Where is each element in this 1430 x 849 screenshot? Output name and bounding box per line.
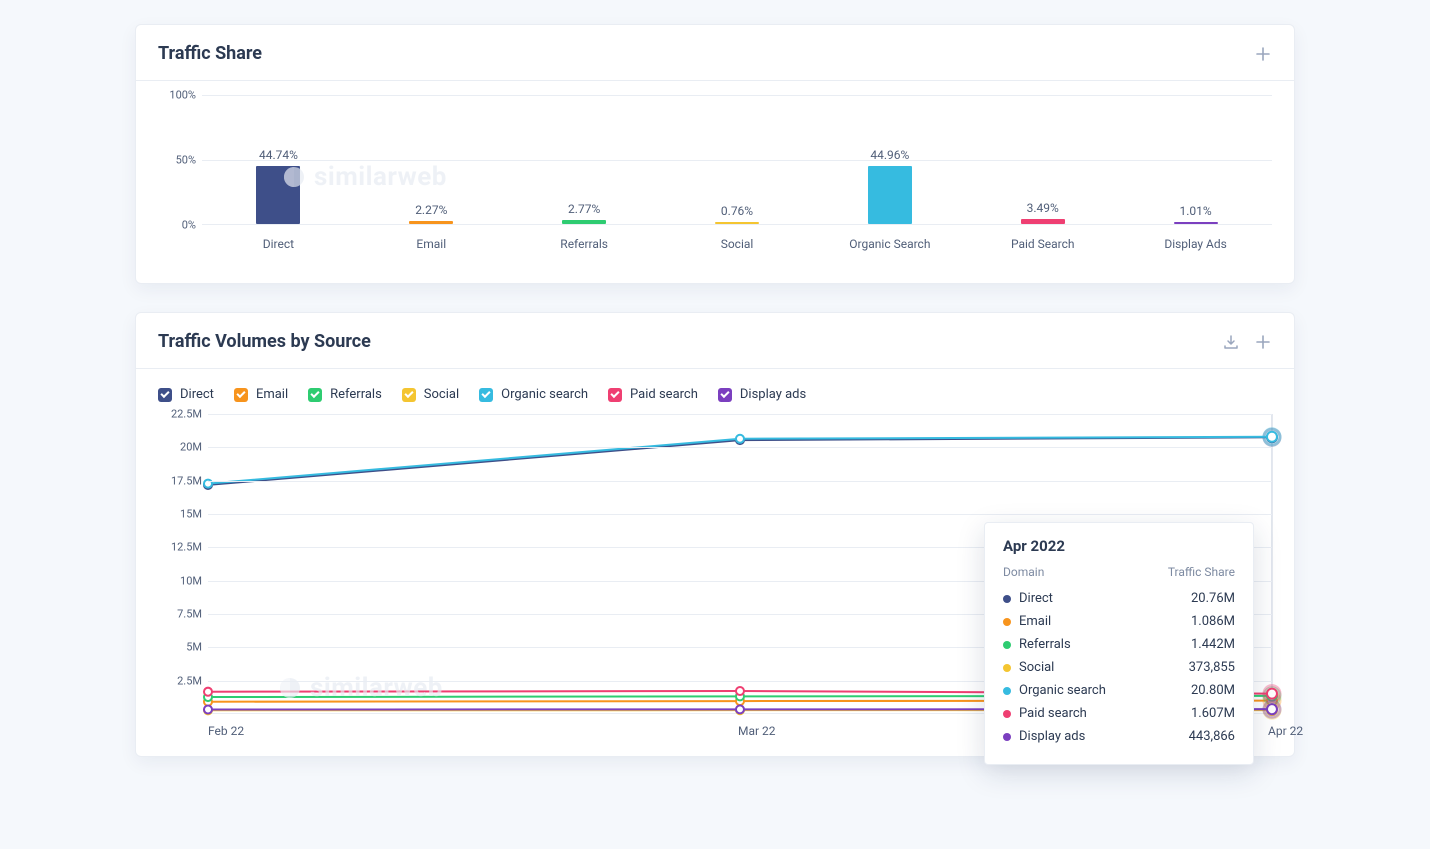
y-tick: 0% xyxy=(158,219,196,232)
bar-value-label: 3.49% xyxy=(1027,201,1059,215)
y-tick: 7.5M xyxy=(158,608,202,621)
checkbox-icon xyxy=(479,388,493,402)
tooltip-row: Email 1.086M xyxy=(1003,610,1235,633)
series-color-dot xyxy=(1003,595,1011,603)
x-tick: Social xyxy=(661,237,814,251)
traffic-share-card: Traffic Share 44.74%2.27%2.77%0.76%44.96… xyxy=(135,24,1295,284)
checkbox-icon xyxy=(718,388,732,402)
x-tick: Display Ads xyxy=(1119,237,1272,251)
tooltip-row: Direct 20.76M xyxy=(1003,587,1235,610)
card-title: Traffic Share xyxy=(158,43,262,64)
traffic-share-bar-chart: 44.74%2.27%2.77%0.76%44.96%3.49%1.01% si… xyxy=(202,95,1272,265)
legend-label: Referrals xyxy=(330,387,382,402)
card-title: Traffic Volumes by Source xyxy=(158,331,371,352)
tooltip-value: 1.607M xyxy=(1191,706,1235,721)
legend-item-organic-search[interactable]: Organic search xyxy=(479,387,588,402)
series-point[interactable] xyxy=(204,688,212,696)
y-tick: 50% xyxy=(158,154,196,167)
series-point[interactable] xyxy=(736,435,744,443)
bar-value-label: 2.27% xyxy=(415,203,447,217)
card-header: Traffic Volumes by Source xyxy=(136,313,1294,369)
legend-label: Organic search xyxy=(501,387,588,402)
tooltip-label: Display ads xyxy=(1019,729,1181,744)
tooltip-col-share: Traffic Share xyxy=(1168,565,1235,579)
legend-item-social[interactable]: Social xyxy=(402,387,459,402)
series-point[interactable] xyxy=(204,705,212,713)
y-tick: 15M xyxy=(158,508,202,521)
series-color-dot xyxy=(1003,618,1011,626)
tooltip-label: Email xyxy=(1019,614,1183,629)
tooltip-value: 20.76M xyxy=(1191,591,1235,606)
tooltip-title: Apr 2022 xyxy=(1003,537,1235,555)
checkbox-icon xyxy=(402,388,416,402)
checkbox-icon xyxy=(308,388,322,402)
traffic-volumes-card: Traffic Volumes by Source Direct Email Ref… xyxy=(135,312,1295,757)
legend-label: Direct xyxy=(180,387,214,402)
legend-item-email[interactable]: Email xyxy=(234,387,288,402)
y-tick: 10M xyxy=(158,574,202,587)
add-icon[interactable] xyxy=(1254,333,1272,351)
series-point[interactable] xyxy=(1267,432,1277,442)
legend-label: Display ads xyxy=(740,387,806,402)
x-tick: Email xyxy=(355,237,508,251)
tooltip-row: Social 373,855 xyxy=(1003,656,1235,679)
chart-tooltip: Apr 2022 Domain Traffic Share Direct 20.7… xyxy=(984,522,1254,765)
y-tick: 5M xyxy=(158,641,202,654)
tooltip-value: 20.80M xyxy=(1191,683,1235,698)
tooltip-row: Organic search 20.80M xyxy=(1003,679,1235,702)
tooltip-col-domain: Domain xyxy=(1003,565,1044,579)
tooltip-value: 373,855 xyxy=(1189,660,1235,675)
legend-item-direct[interactable]: Direct xyxy=(158,387,214,402)
tooltip-value: 443,866 xyxy=(1189,729,1235,744)
bar-value-label: 2.77% xyxy=(568,202,600,216)
tooltip-value: 1.086M xyxy=(1191,614,1235,629)
tooltip-label: Organic search xyxy=(1019,683,1183,698)
legend-item-paid-search[interactable]: Paid search xyxy=(608,387,698,402)
tooltip-label: Social xyxy=(1019,660,1181,675)
tooltip-row: Display ads 443,866 xyxy=(1003,725,1235,748)
checkbox-icon xyxy=(234,388,248,402)
series-point[interactable] xyxy=(1267,689,1277,699)
bar-value-label: 1.01% xyxy=(1179,204,1211,218)
x-tick: Paid Search xyxy=(966,237,1119,251)
y-tick: 12.5M xyxy=(158,541,202,554)
bar-value-label: 0.76% xyxy=(721,204,753,218)
tooltip-label: Referrals xyxy=(1019,637,1183,652)
x-tick: Referrals xyxy=(508,237,661,251)
y-tick: 20M xyxy=(158,441,202,454)
y-tick: 100% xyxy=(158,89,196,102)
x-tick: Organic Search xyxy=(813,237,966,251)
download-icon[interactable] xyxy=(1222,333,1240,351)
tooltip-row: Paid search 1.607M xyxy=(1003,702,1235,725)
legend-item-referrals[interactable]: Referrals xyxy=(308,387,382,402)
card-header: Traffic Share xyxy=(136,25,1294,81)
series-point[interactable] xyxy=(1267,704,1277,714)
series-point[interactable] xyxy=(736,705,744,713)
legend-label: Social xyxy=(424,387,459,402)
legend-label: Email xyxy=(256,387,288,402)
checkbox-icon xyxy=(608,388,622,402)
legend-label: Paid search xyxy=(630,387,698,402)
tooltip-label: Direct xyxy=(1019,591,1183,606)
series-point[interactable] xyxy=(736,687,744,695)
tooltip-row: Referrals 1.442M xyxy=(1003,633,1235,656)
x-tick: Direct xyxy=(202,237,355,251)
y-tick: 22.5M xyxy=(158,408,202,421)
legend-item-display-ads[interactable]: Display ads xyxy=(718,387,806,402)
tooltip-label: Paid search xyxy=(1019,706,1183,721)
y-tick: 2.5M xyxy=(158,674,202,687)
series-color-dot xyxy=(1003,733,1011,741)
series-color-dot xyxy=(1003,710,1011,718)
series-color-dot xyxy=(1003,641,1011,649)
add-icon[interactable] xyxy=(1254,45,1272,63)
series-color-dot xyxy=(1003,664,1011,672)
legend: Direct Email Referrals Social Organic search… xyxy=(158,383,1272,414)
checkbox-icon xyxy=(158,388,172,402)
tooltip-value: 1.442M xyxy=(1191,637,1235,652)
y-tick: 17.5M xyxy=(158,474,202,487)
series-color-dot xyxy=(1003,687,1011,695)
